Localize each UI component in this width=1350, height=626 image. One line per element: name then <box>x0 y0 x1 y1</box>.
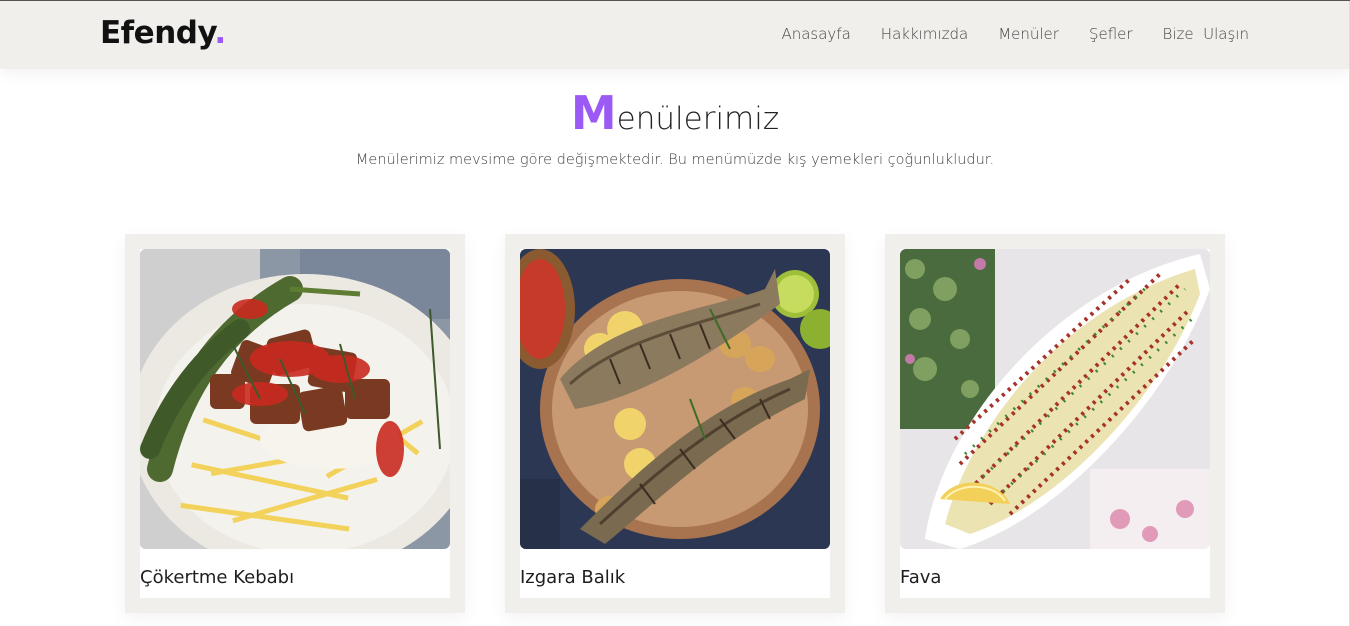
nav-link-chefs[interactable]: Şefler <box>1089 25 1133 43</box>
grilled-fish-image <box>520 249 830 549</box>
nav-link-home[interactable]: Anasayfa <box>781 25 850 43</box>
section-title-rest: enülerimiz <box>616 101 780 137</box>
navbar: Efendy. Anasayfa Hakkımızda Menüler Şefl… <box>0 1 1350 69</box>
main-nav: Anasayfa Hakkımızda Menüler Şefler Bize … <box>781 25 1249 43</box>
fava-image <box>900 249 1210 549</box>
menu-card-body: Izgara Balık <box>520 249 830 598</box>
menu-card-title[interactable]: Izgara Balık <box>520 549 830 588</box>
menu-card-cokertme[interactable]: Çökertme Kebabı <box>125 234 465 613</box>
nav-link-menus[interactable]: Menüler <box>998 25 1059 43</box>
nav-link-about[interactable]: Hakkımızda <box>881 25 968 43</box>
logo-dot: . <box>214 15 226 51</box>
menu-card-title[interactable]: Çökertme Kebabı <box>140 549 450 588</box>
section-title-initial: M <box>570 86 617 140</box>
menu-card-izgara-balik[interactable]: Izgara Balık <box>505 234 845 613</box>
nav-link-contact[interactable]: Bize Ulaşın <box>1163 25 1249 43</box>
cokertme-kebab-image <box>140 249 450 549</box>
menu-card-fava[interactable]: Fava <box>885 234 1225 613</box>
menu-card-body: Çökertme Kebabı <box>140 249 450 598</box>
section-title: Menülerimiz <box>0 86 1350 140</box>
menu-card-title[interactable]: Fava <box>900 549 1210 588</box>
section-subtitle: Menülerimiz mevsime göre değişmektedir. … <box>355 152 995 168</box>
site-logo[interactable]: Efendy. <box>100 15 226 51</box>
menu-card-body: Fava <box>900 249 1210 598</box>
logo-text[interactable]: Efendy <box>100 15 215 51</box>
